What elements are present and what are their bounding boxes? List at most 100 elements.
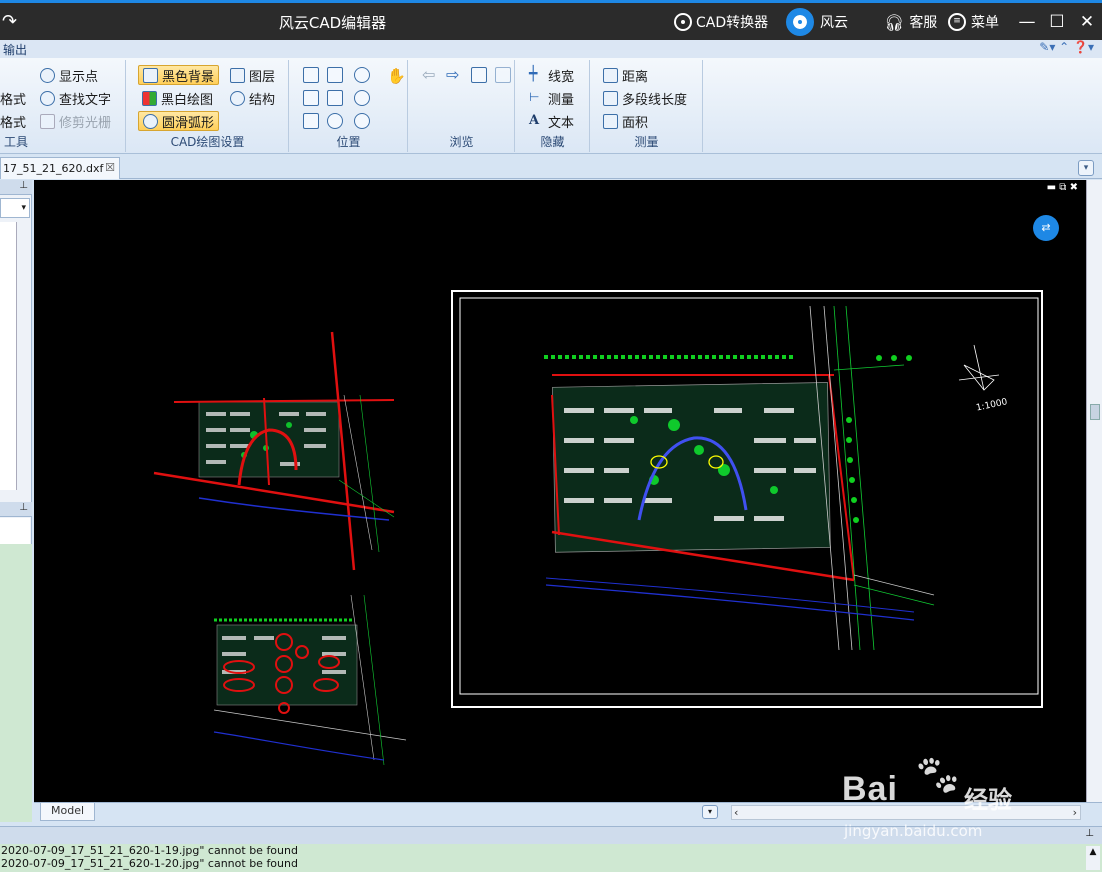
output-pin-icon[interactable]: ⊥ xyxy=(1085,828,1094,839)
tabs-dropdown-button[interactable]: ▾ xyxy=(1078,160,1094,176)
structure-icon xyxy=(230,90,245,106)
arrow-right-icon[interactable]: ⇨ xyxy=(446,65,459,84)
layer-dropdown[interactable]: ▾ xyxy=(0,198,30,218)
framed-site-plan: 1:1000 xyxy=(451,290,1043,708)
paw-icon: 🐾︎ xyxy=(912,753,963,799)
document-tab-filename: 17_51_21_620.dxf xyxy=(3,162,104,175)
maximize-button[interactable]: ☐ xyxy=(1046,11,1068,33)
group-tools-label: 工具 xyxy=(4,135,29,149)
bw-drawing-button[interactable]: 黑白绘图 xyxy=(142,88,213,108)
group-cad-settings: 黑色背景 黑白绘图 圆滑弧形 图层 结构 CAD绘图设置 xyxy=(127,60,289,152)
cad-editor-window: ↷ 风云CAD编辑器 CAD转换器 风云 🎧︎ 客服 ≡ 菜单 — ☐ ✕ 输出… xyxy=(0,0,1102,872)
document-tab-strip: 17_51_21_620.dxf ☒ xyxy=(0,155,1102,179)
distance-button[interactable]: 距离 xyxy=(603,65,648,85)
group-hide-label: 隐藏 xyxy=(540,135,565,149)
trim-raster-button[interactable]: 修剪光栅 xyxy=(40,111,111,131)
layers-label: 图层 xyxy=(249,69,276,85)
drawing-canvas[interactable]: 1:1000 ▬ ⧉ ✖ ⇄ xyxy=(34,180,1086,802)
menu-icon: ≡ xyxy=(948,13,966,31)
zoom-window-icon[interactable] xyxy=(303,67,319,83)
pan-hand-icon[interactable]: ✋ xyxy=(387,67,406,85)
group-cad-settings-label: CAD绘图设置 xyxy=(170,135,245,149)
scroll-right-icon[interactable]: › xyxy=(1073,806,1077,819)
customer-service-label: 客服 xyxy=(909,15,938,31)
cad-converter-label: CAD转换器 xyxy=(696,15,769,31)
zoom-out-icon[interactable] xyxy=(354,90,370,106)
close-button[interactable]: ✕ xyxy=(1076,11,1098,33)
trim-raster-icon xyxy=(40,113,55,129)
polyline-length-icon xyxy=(603,90,618,106)
panel-pin-icon[interactable]: ⊥ xyxy=(0,180,32,195)
bw-drawing-label: 黑白绘图 xyxy=(161,92,214,108)
arrow-left-icon[interactable]: ⇦ xyxy=(422,65,435,84)
zoom-extents-icon[interactable] xyxy=(303,90,319,106)
panel-pin-icon-2[interactable]: ⊥ xyxy=(0,502,32,517)
group-browse-label: 浏览 xyxy=(449,135,474,149)
fit-screen-icon[interactable] xyxy=(327,90,343,106)
scale-label: 1:1000 xyxy=(975,397,1008,413)
menu-button[interactable]: ≡ 菜单 xyxy=(948,9,999,35)
export-icon[interactable] xyxy=(471,67,487,83)
text-toggle-button[interactable]: A 文本 xyxy=(529,111,574,131)
zoom-in-icon[interactable] xyxy=(354,67,370,83)
site-plan-small-2 xyxy=(213,594,407,766)
north-arrow-icon xyxy=(958,344,1000,391)
group-browse: ⇦ ⇨ 浏览 xyxy=(409,60,515,152)
title-bar: ↷ 风云CAD编辑器 CAD转换器 风云 🎧︎ 客服 ≡ 菜单 — ☐ ✕ xyxy=(0,0,1102,40)
zoom-search-icon[interactable] xyxy=(327,67,343,83)
line-width-icon: ┿ xyxy=(529,65,538,82)
customer-service-button[interactable]: 🎧︎ 客服 xyxy=(884,9,937,35)
model-tab[interactable]: Model xyxy=(40,803,96,821)
cad-converter-button[interactable]: CAD转换器 xyxy=(676,9,768,35)
property-list-scrollbar[interactable] xyxy=(16,222,30,490)
text-toggle-label: 文本 xyxy=(548,115,575,131)
show-point-button[interactable]: 显示点 xyxy=(40,65,98,85)
black-background-button[interactable]: 黑色背景 xyxy=(138,65,220,85)
structure-button[interactable]: 结构 xyxy=(230,88,275,108)
polyline-length-button[interactable]: 多段线长度 xyxy=(603,88,687,108)
format-button-1[interactable]: 格式 xyxy=(0,88,26,108)
text-a-icon: A xyxy=(529,112,540,128)
minimize-button[interactable]: — xyxy=(1016,11,1038,33)
structure-label: 结构 xyxy=(249,92,276,108)
distance-icon xyxy=(603,67,618,83)
bw-drawing-icon xyxy=(142,90,157,106)
format-button-2[interactable]: 格式 xyxy=(0,111,26,131)
area-icon xyxy=(603,113,618,129)
line-width-label: 线宽 xyxy=(548,69,575,85)
group-position: ✋ 位置 xyxy=(290,60,408,152)
import-icon[interactable] xyxy=(495,67,511,83)
regen-icon[interactable] xyxy=(303,113,319,129)
cad-drawing[interactable]: 1:1000 xyxy=(34,180,1086,802)
converter-icon xyxy=(676,15,690,29)
area-button[interactable]: 面积 xyxy=(603,111,648,131)
layers-button[interactable]: 图层 xyxy=(230,65,275,85)
trim-raster-label: 修剪光栅 xyxy=(59,115,112,131)
ribbon-help-tools[interactable]: ✎▾ ⌃ ❓▾ xyxy=(1039,40,1094,54)
output-scrollbar[interactable]: ▲ xyxy=(1086,846,1100,870)
zoom-real-icon[interactable] xyxy=(354,113,370,129)
window-title: 风云CAD编辑器 xyxy=(278,14,387,32)
find-text-button[interactable]: 查找文字 xyxy=(40,88,111,108)
scroll-left-icon[interactable]: ‹ xyxy=(734,806,738,819)
measure-toggle-button[interactable]: ⊢ 测量 xyxy=(529,88,574,108)
tab-output[interactable]: 输出 xyxy=(3,41,27,58)
brand-button[interactable]: 风云 xyxy=(786,8,848,36)
site-plan-small-1 xyxy=(153,331,395,571)
canvas-window-controls[interactable]: ▬ ⧉ ✖ xyxy=(1047,182,1078,193)
translate-icon[interactable]: ⇄ xyxy=(1033,215,1059,241)
zoom-previous-icon[interactable] xyxy=(327,113,343,129)
document-tab[interactable]: 17_51_21_620.dxf ☒ xyxy=(0,157,120,179)
scroll-thumb[interactable] xyxy=(1090,404,1100,420)
black-background-label: 黑色背景 xyxy=(162,69,215,85)
close-tab-icon[interactable]: ☒ xyxy=(105,161,115,174)
group-tools: 格式 格式 显示点 查找文字 修剪光栅 工具 xyxy=(0,60,126,152)
dimension-icon: ⊢ xyxy=(529,89,540,104)
smooth-arc-button[interactable]: 圆滑弧形 xyxy=(138,111,220,131)
smooth-arc-icon xyxy=(143,113,158,129)
watermark-url: jingyan.baidu.com xyxy=(844,822,983,840)
smooth-arc-label: 圆滑弧形 xyxy=(162,115,215,131)
layout-dropdown-button[interactable]: ▾ xyxy=(702,805,718,819)
line-width-button[interactable]: ┿ 线宽 xyxy=(529,65,574,85)
canvas-vertical-scrollbar[interactable] xyxy=(1086,180,1102,802)
